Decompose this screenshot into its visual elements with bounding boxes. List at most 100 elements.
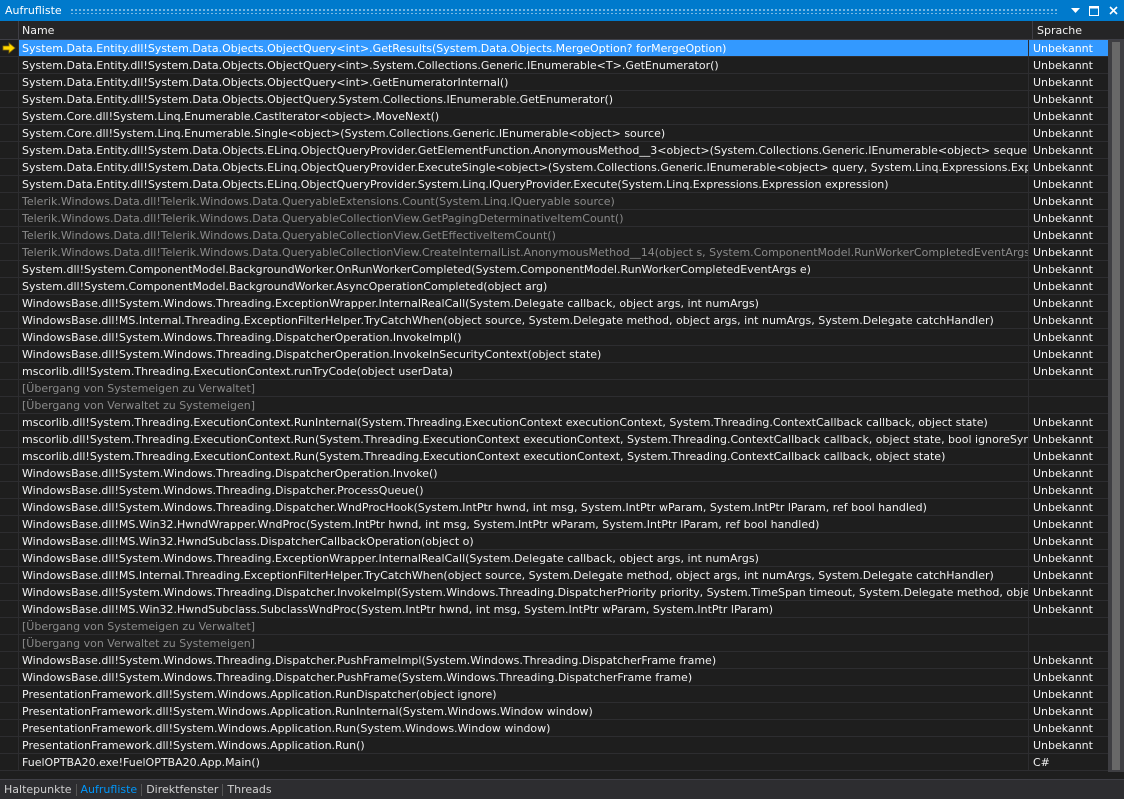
call-stack-row[interactable]: WindowsBase.dll!MS.Win32.HwndSubclass.Su…: [0, 601, 1108, 618]
call-stack-row[interactable]: System.Data.Entity.dll!System.Data.Objec…: [0, 40, 1108, 57]
frame-name: [Übergang von Verwaltet zu Systemeigen]: [19, 397, 1029, 413]
row-icon-cell: [0, 108, 19, 124]
call-stack-row[interactable]: WindowsBase.dll!System.Windows.Threading…: [0, 550, 1108, 567]
call-stack-row[interactable]: PresentationFramework.dll!System.Windows…: [0, 703, 1108, 720]
call-stack-row[interactable]: System.Core.dll!System.Linq.Enumerable.S…: [0, 125, 1108, 142]
call-stack-row[interactable]: WindowsBase.dll!MS.Win32.HwndWrapper.Wnd…: [0, 516, 1108, 533]
tab-aufrufliste[interactable]: Aufrufliste: [77, 783, 143, 796]
frame-language: Unbekannt: [1033, 76, 1093, 89]
row-icon-cell: [0, 57, 19, 73]
call-stack-row[interactable]: [Übergang von Systemeigen zu Verwaltet]: [0, 380, 1108, 397]
frame-language: Unbekannt: [1033, 212, 1093, 225]
row-icon-cell: [0, 125, 19, 141]
call-stack-row[interactable]: mscorlib.dll!System.Threading.ExecutionC…: [0, 448, 1108, 465]
call-stack-row[interactable]: System.Core.dll!System.Linq.Enumerable.C…: [0, 108, 1108, 125]
call-stack-row[interactable]: WindowsBase.dll!MS.Internal.Threading.Ex…: [0, 312, 1108, 329]
frame-name: WindowsBase.dll!MS.Win32.HwndWrapper.Wnd…: [19, 516, 1029, 532]
frame-name: WindowsBase.dll!System.Windows.Threading…: [19, 329, 1029, 345]
frame-language: [1029, 618, 1108, 634]
call-stack-row[interactable]: System.Data.Entity.dll!System.Data.Objec…: [0, 176, 1108, 193]
call-stack-row[interactable]: System.dll!System.ComponentModel.Backgro…: [0, 278, 1108, 295]
frame-language: Unbekannt: [1033, 569, 1093, 582]
call-stack-row[interactable]: Telerik.Windows.Data.dll!Telerik.Windows…: [0, 193, 1108, 210]
frame-name: System.dll!System.ComponentModel.Backgro…: [19, 261, 1029, 277]
call-stack-row[interactable]: Telerik.Windows.Data.dll!Telerik.Windows…: [0, 210, 1108, 227]
row-icon-cell: [0, 703, 19, 719]
call-stack-row[interactable]: System.Data.Entity.dll!System.Data.Objec…: [0, 91, 1108, 108]
close-icon[interactable]: [1105, 3, 1121, 19]
frame-name: PresentationFramework.dll!System.Windows…: [19, 737, 1029, 753]
frame-language: Unbekannt: [1033, 688, 1093, 701]
call-stack-row[interactable]: System.Data.Entity.dll!System.Data.Objec…: [0, 159, 1108, 176]
frame-language: Unbekannt: [1033, 93, 1093, 106]
frame-language: Unbekannt: [1033, 365, 1093, 378]
vertical-scrollbar[interactable]: [1108, 40, 1124, 772]
tab-direktfenster[interactable]: Direktfenster: [142, 783, 224, 796]
frame-language: Unbekannt: [1033, 246, 1093, 259]
call-stack-row[interactable]: WindowsBase.dll!System.Windows.Threading…: [0, 465, 1108, 482]
tool-window-titlebar[interactable]: Aufrufliste: [0, 0, 1124, 21]
call-stack-row[interactable]: Telerik.Windows.Data.dll!Telerik.Windows…: [0, 227, 1108, 244]
frame-language: Unbekannt: [1033, 280, 1093, 293]
frame-name: WindowsBase.dll!MS.Win32.HwndSubclass.Di…: [19, 533, 1029, 549]
call-stack-row[interactable]: WindowsBase.dll!System.Windows.Threading…: [0, 329, 1108, 346]
call-stack-row[interactable]: PresentationFramework.dll!System.Windows…: [0, 686, 1108, 703]
call-stack-row[interactable]: WindowsBase.dll!System.Windows.Threading…: [0, 295, 1108, 312]
call-stack-row[interactable]: WindowsBase.dll!System.Windows.Threading…: [0, 482, 1108, 499]
call-stack-row[interactable]: System.Data.Entity.dll!System.Data.Objec…: [0, 57, 1108, 74]
frame-language: Unbekannt: [1033, 314, 1093, 327]
frame-language: Unbekannt: [1033, 127, 1093, 140]
call-stack-row[interactable]: mscorlib.dll!System.Threading.ExecutionC…: [0, 414, 1108, 431]
call-stack-row[interactable]: WindowsBase.dll!System.Windows.Threading…: [0, 346, 1108, 363]
frame-language: Unbekannt: [1033, 433, 1093, 446]
scrollbar-thumb[interactable]: [1112, 42, 1120, 770]
call-stack-row[interactable]: WindowsBase.dll!System.Windows.Threading…: [0, 584, 1108, 601]
tab-haltepunkte[interactable]: Haltepunkte: [0, 783, 77, 796]
frame-name: [Übergang von Systemeigen zu Verwaltet]: [19, 618, 1029, 634]
frame-language: Unbekannt: [1033, 178, 1093, 191]
frame-name: WindowsBase.dll!MS.Internal.Threading.Ex…: [19, 567, 1029, 583]
frame-language: Unbekannt: [1033, 297, 1093, 310]
row-icon-cell: [0, 499, 19, 515]
call-stack-list[interactable]: System.Data.Entity.dll!System.Data.Objec…: [0, 40, 1108, 772]
row-icon-cell: [0, 652, 19, 668]
call-stack-row[interactable]: [Übergang von Verwaltet zu Systemeigen]: [0, 397, 1108, 414]
frame-name: Telerik.Windows.Data.dll!Telerik.Windows…: [19, 227, 1029, 243]
call-stack-row[interactable]: PresentationFramework.dll!System.Windows…: [0, 720, 1108, 737]
frame-language: Unbekannt: [1033, 603, 1093, 616]
titlebar-grip[interactable]: [69, 7, 1059, 14]
call-stack-row[interactable]: WindowsBase.dll!System.Windows.Threading…: [0, 499, 1108, 516]
row-icon-cell: [0, 465, 19, 481]
call-stack-row[interactable]: WindowsBase.dll!System.Windows.Threading…: [0, 669, 1108, 686]
call-stack-row[interactable]: [Übergang von Systemeigen zu Verwaltet]: [0, 618, 1108, 635]
call-stack-row[interactable]: PresentationFramework.dll!System.Windows…: [0, 737, 1108, 754]
call-stack-row[interactable]: FuelOPTBA20.exe!FuelOPTBA20.App.Main() C#: [0, 754, 1108, 771]
call-stack-row[interactable]: WindowsBase.dll!MS.Internal.Threading.Ex…: [0, 567, 1108, 584]
frame-name: WindowsBase.dll!System.Windows.Threading…: [19, 584, 1029, 600]
call-stack-row[interactable]: mscorlib.dll!System.Threading.ExecutionC…: [0, 431, 1108, 448]
call-stack-row[interactable]: System.Data.Entity.dll!System.Data.Objec…: [0, 74, 1108, 91]
call-stack-row[interactable]: WindowsBase.dll!MS.Win32.HwndSubclass.Di…: [0, 533, 1108, 550]
call-stack-row[interactable]: System.Data.Entity.dll!System.Data.Objec…: [0, 142, 1108, 159]
row-icon-cell: [0, 567, 19, 583]
frame-name: System.Data.Entity.dll!System.Data.Objec…: [19, 74, 1029, 90]
row-icon-cell: [0, 91, 19, 107]
row-icon-cell: [0, 380, 19, 396]
call-stack-row[interactable]: WindowsBase.dll!System.Windows.Threading…: [0, 652, 1108, 669]
row-icon-cell: [0, 261, 19, 277]
column-header-name[interactable]: Name: [19, 21, 1033, 39]
call-stack-row[interactable]: mscorlib.dll!System.Threading.ExecutionC…: [0, 363, 1108, 380]
frame-language: Unbekannt: [1033, 144, 1093, 157]
column-header-language[interactable]: Sprache: [1033, 21, 1124, 39]
call-stack-row[interactable]: System.dll!System.ComponentModel.Backgro…: [0, 261, 1108, 278]
call-stack-row[interactable]: Telerik.Windows.Data.dll!Telerik.Windows…: [0, 244, 1108, 261]
dropdown-arrow-icon[interactable]: [1067, 3, 1083, 19]
maximize-icon[interactable]: [1086, 3, 1102, 19]
call-stack-row[interactable]: [Übergang von Verwaltet zu Systemeigen]: [0, 635, 1108, 652]
row-icon-cell: [0, 431, 19, 447]
row-icon-cell: [0, 414, 19, 430]
row-icon-cell: [0, 601, 19, 617]
frame-name: mscorlib.dll!System.Threading.ExecutionC…: [19, 431, 1029, 447]
frame-language: Unbekannt: [1033, 467, 1093, 480]
tab-threads[interactable]: Threads: [223, 783, 275, 796]
